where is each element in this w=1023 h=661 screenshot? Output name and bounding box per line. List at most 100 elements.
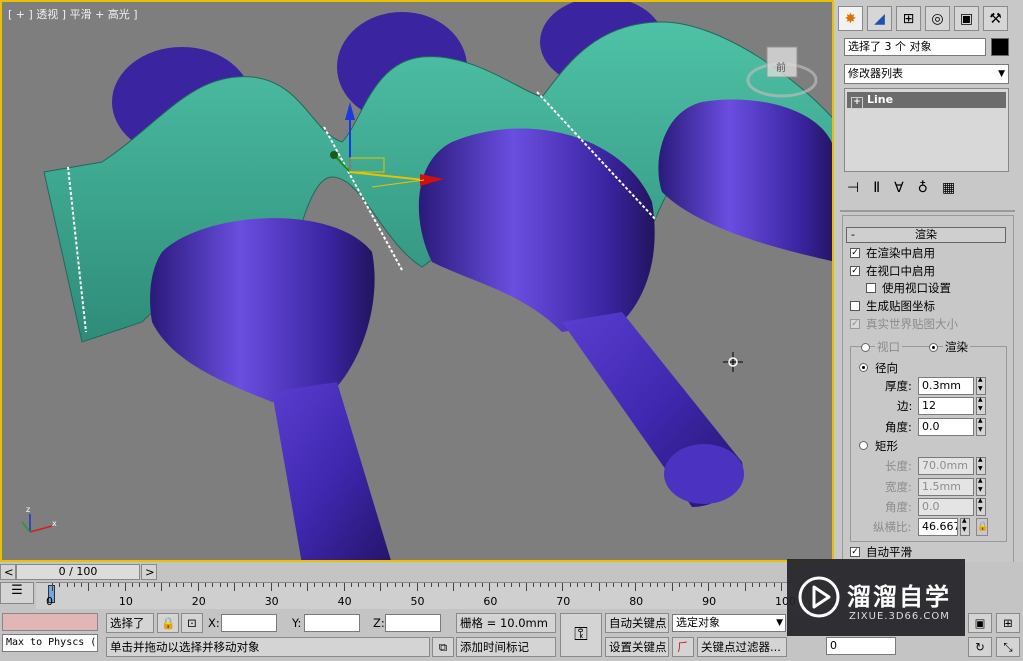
key-set-dropdown[interactable]: 选定对象 ▼ [672, 614, 786, 632]
utilities-icon: ⚒ [989, 10, 1002, 27]
set-key-button[interactable]: 设置关键点 [605, 637, 669, 657]
stack-item-line[interactable]: + Line [847, 92, 1006, 109]
timeline-tick-label: 70 [556, 595, 571, 608]
create-tab[interactable]: ✸ [838, 6, 863, 31]
sides-spinner[interactable] [976, 396, 986, 415]
current-frame-input[interactable]: 0 [826, 637, 896, 655]
angle2-input[interactable]: 0.0 [918, 498, 974, 516]
time-tag-icon[interactable]: ⧉ [432, 637, 454, 657]
length-input[interactable]: 70.0mm [918, 457, 974, 475]
maximize-viewport-icon[interactable]: ⤡ [996, 637, 1020, 657]
timeline-tick [117, 583, 119, 587]
timeline-tick [584, 583, 586, 587]
timeline-tick [307, 583, 309, 591]
timeline-tick [168, 583, 170, 587]
auto-key-button[interactable]: 自动关键点 [605, 613, 669, 633]
timeline-tick [387, 583, 389, 587]
chevron-down-icon: ▼ [998, 69, 1005, 79]
modifier-list-dropdown[interactable]: 修改器列表 ▼ [844, 64, 1009, 84]
key-filters-button[interactable]: 关键点过滤器... [697, 637, 787, 657]
time-next-button[interactable]: > [141, 564, 157, 580]
timeline-tick [372, 583, 374, 587]
maxscript-listener[interactable] [2, 613, 98, 631]
enable-in-viewport-checkbox[interactable]: ✓ [850, 266, 860, 276]
expand-icon[interactable]: + [851, 97, 863, 109]
perspective-viewport[interactable]: 前 z x [ + ] 透视 ] 平滑 + 高光 ] [0, 0, 834, 562]
rectangular-radio[interactable] [859, 441, 868, 450]
thickness-input[interactable]: 0.3mm [918, 377, 974, 395]
radial-label: 径向 [875, 361, 898, 375]
viewport-radio[interactable] [861, 343, 870, 352]
timeline-tick-label: 60 [483, 595, 498, 608]
rectangular-label: 矩形 [875, 439, 898, 453]
set-key-mode-icon[interactable]: ⚿ [560, 613, 602, 657]
track-bar[interactable]: 0 10 20 30 40 50 60 70 80 90 100 [36, 582, 796, 609]
z-coordinate-input[interactable] [385, 614, 441, 632]
angle2-spinner[interactable] [976, 497, 986, 516]
timeline-tick [474, 583, 476, 587]
radial-radio[interactable] [859, 363, 868, 372]
selection-lock-icon[interactable]: 🔒 [157, 613, 179, 633]
command-panel: ✸ ◢ ⊞ ◎ ▣ ⚒ 选择了 3 个 对象 修改器列表 ▼ + Line ⊣Ⅱ∀… [837, 0, 1023, 580]
lock-icon[interactable]: 🔒 [976, 518, 988, 536]
configure-sets-icon[interactable]: ▦ [942, 180, 969, 196]
timeline-tick [671, 583, 673, 591]
thickness-spinner[interactable] [976, 376, 986, 395]
width-input[interactable]: 1.5mm [918, 478, 974, 496]
make-unique-icon[interactable]: ∀ [894, 180, 918, 196]
angle-input[interactable]: 0.0 [918, 418, 974, 436]
thickness-label: 厚度: [885, 379, 912, 393]
use-viewport-settings-label: 使用视口设置 [882, 281, 951, 295]
auto-smooth-checkbox[interactable]: ✓ [850, 547, 860, 557]
sides-input[interactable]: 12 [918, 397, 974, 415]
timeline-tick [722, 583, 724, 587]
hierarchy-tab[interactable]: ⊞ [896, 6, 921, 31]
pin-stack-icon[interactable]: ⊣ [847, 180, 873, 196]
timeline-tick [744, 583, 746, 591]
timeline-tick [124, 583, 126, 591]
timeline-tick-label: 10 [118, 595, 133, 608]
curve-editor-icon[interactable]: ⺁ [672, 637, 694, 657]
timeline-tick [664, 583, 666, 587]
display-tab[interactable]: ▣ [954, 6, 979, 31]
motion-tab[interactable]: ◎ [925, 6, 950, 31]
grid-size-display: 栅格 = 10.0mm [456, 613, 556, 633]
absolute-mode-icon[interactable]: ⊡ [181, 613, 203, 633]
timeline-tick [511, 583, 513, 587]
utilities-tab[interactable]: ⚒ [983, 6, 1008, 31]
viewport-label[interactable]: [ + ] 透视 ] 平滑 + 高光 ] [8, 6, 138, 22]
timeline-tick [540, 583, 542, 587]
timeline-tick [394, 583, 396, 587]
add-time-tag-button[interactable]: 添加时间标记 [456, 637, 556, 657]
y-coordinate-input[interactable] [304, 614, 360, 632]
orbit-icon[interactable]: ↻ [968, 637, 992, 657]
x-coordinate-input[interactable] [221, 614, 277, 632]
zoom-extents-icon[interactable]: ▣ [968, 613, 992, 633]
show-end-result-icon[interactable]: Ⅱ [873, 180, 894, 196]
aspect-spinner[interactable] [960, 517, 970, 536]
enable-in-renderer-checkbox[interactable]: ✓ [850, 248, 860, 258]
modify-tab[interactable]: ◢ [867, 6, 892, 31]
render-radio[interactable] [929, 343, 938, 352]
object-color-swatch[interactable] [991, 38, 1009, 56]
maxscript-mini-listener[interactable]: Max to Physcs ( [2, 634, 98, 652]
timeline-tick [139, 583, 141, 587]
timeline-tick [205, 583, 207, 587]
selection-name-field[interactable]: 选择了 3 个 对象 [844, 38, 986, 56]
time-slider[interactable]: 0 / 100 [16, 564, 140, 580]
remove-modifier-icon[interactable]: ♁ [918, 180, 942, 196]
timeline-tick [270, 583, 272, 591]
use-viewport-settings-checkbox[interactable] [866, 283, 876, 293]
aspect-input[interactable]: 46.667 [918, 518, 958, 536]
timeline-tick [88, 583, 90, 591]
generate-mapping-checkbox[interactable] [850, 301, 860, 311]
time-prev-button[interactable]: < [0, 564, 16, 580]
length-spinner[interactable] [976, 456, 986, 475]
width-spinner[interactable] [976, 477, 986, 496]
zoom-all-icon[interactable]: ⊞ [996, 613, 1020, 633]
enable-in-renderer-label: 在渲染中启用 [866, 246, 935, 260]
angle-spinner[interactable] [976, 417, 986, 436]
rollout-header[interactable]: - 渲染 [846, 227, 1006, 243]
real-world-map-checkbox[interactable]: ✓ [850, 319, 860, 329]
mini-curve-editor-icon[interactable]: ☰ [0, 582, 34, 604]
